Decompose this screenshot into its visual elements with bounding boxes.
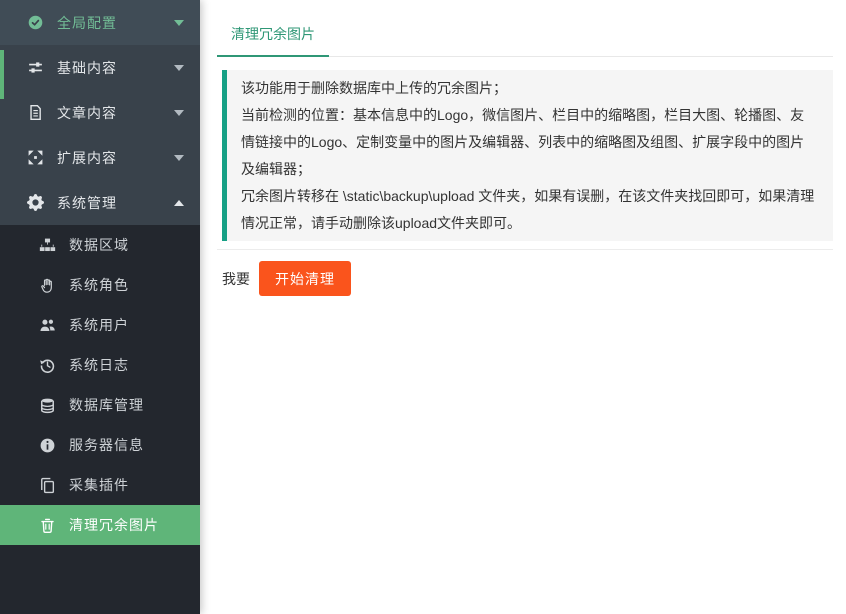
sidebar-item-system-manage[interactable]: 系统管理 [0,180,200,225]
sidebar-item-label: 数据区域 [69,235,129,255]
database-icon [39,397,56,414]
tab-strip: 清理冗余图片 [217,0,833,57]
section-divider [217,249,833,250]
notice-line: 当前检测的位置：基本信息中的Logo，微信图片、栏目中的缩略图，栏目大图、轮播图… [241,102,818,183]
action-prefix-label: 我要 [222,269,250,289]
sidebar-item-label: 全局配置 [57,13,117,33]
globe-icon [27,14,44,31]
main-content: 清理冗余图片 该功能用于删除数据库中上传的冗余图片； 当前检测的位置：基本信息中… [200,0,846,614]
sidebar-subitem-system-users[interactable]: 系统用户 [0,305,200,345]
hand-icon [39,277,56,294]
users-icon [39,317,56,334]
sidebar-item-label: 系统管理 [57,193,117,213]
notice-box: 该功能用于删除数据库中上传的冗余图片； 当前检测的位置：基本信息中的Logo，微… [222,70,833,241]
sidebar: 全局配置基础内容文章内容扩展内容系统管理数据区域系统角色系统用户系统日志数据库管… [0,0,200,614]
sliders-icon [27,59,44,76]
sidebar-scrollbar-thumb[interactable] [0,50,4,99]
chevron-down-icon [174,20,184,26]
sidebar-item-label: 系统日志 [69,355,129,375]
sidebar-subitem-system-logs[interactable]: 系统日志 [0,345,200,385]
sidebar-subitem-server-info[interactable]: 服务器信息 [0,425,200,465]
notice-line: 该功能用于删除数据库中上传的冗余图片； [241,75,818,102]
action-row: 我要 开始清理 [222,261,833,296]
sidebar-menu: 全局配置基础内容文章内容扩展内容系统管理数据区域系统角色系统用户系统日志数据库管… [0,0,200,545]
notice-line: 冗余图片转移在 \static\backup\upload 文件夹，如果有误删，… [241,183,818,237]
trash-icon [39,517,56,534]
copy-icon [39,477,56,494]
sidebar-item-label: 清理冗余图片 [69,515,159,535]
sidebar-subitem-clean-redundant-images[interactable]: 清理冗余图片 [0,505,200,545]
sidebar-subitem-data-region[interactable]: 数据区域 [0,225,200,265]
sidebar-item-label: 系统用户 [69,315,129,335]
document-icon [27,104,44,121]
sidebar-item-article-content[interactable]: 文章内容 [0,90,200,135]
sitemap-icon [39,237,56,254]
sidebar-item-label: 服务器信息 [69,435,144,455]
sidebar-item-label: 文章内容 [57,103,117,123]
sidebar-subitem-collect-plugin[interactable]: 采集插件 [0,465,200,505]
sidebar-item-global-config[interactable]: 全局配置 [0,0,200,45]
chevron-down-icon [174,155,184,161]
sidebar-item-basic-content[interactable]: 基础内容 [0,45,200,90]
info-circle-icon [39,437,56,454]
sidebar-subitem-system-roles[interactable]: 系统角色 [0,265,200,305]
sidebar-item-label: 扩展内容 [57,148,117,168]
chevron-up-icon [174,200,184,206]
sidebar-item-label: 数据库管理 [69,395,144,415]
expand-arrows-icon [27,149,44,166]
start-clean-button[interactable]: 开始清理 [259,261,351,296]
sidebar-subitem-database-manage[interactable]: 数据库管理 [0,385,200,425]
sidebar-item-label: 基础内容 [57,58,117,78]
chevron-down-icon [174,110,184,116]
tab-clean-redundant-images[interactable]: 清理冗余图片 [217,16,329,57]
gear-icon [27,194,44,211]
sidebar-item-extended-content[interactable]: 扩展内容 [0,135,200,180]
chevron-down-icon [174,65,184,71]
sidebar-item-label: 系统角色 [69,275,129,295]
history-icon [39,357,56,374]
sidebar-item-label: 采集插件 [69,475,129,495]
